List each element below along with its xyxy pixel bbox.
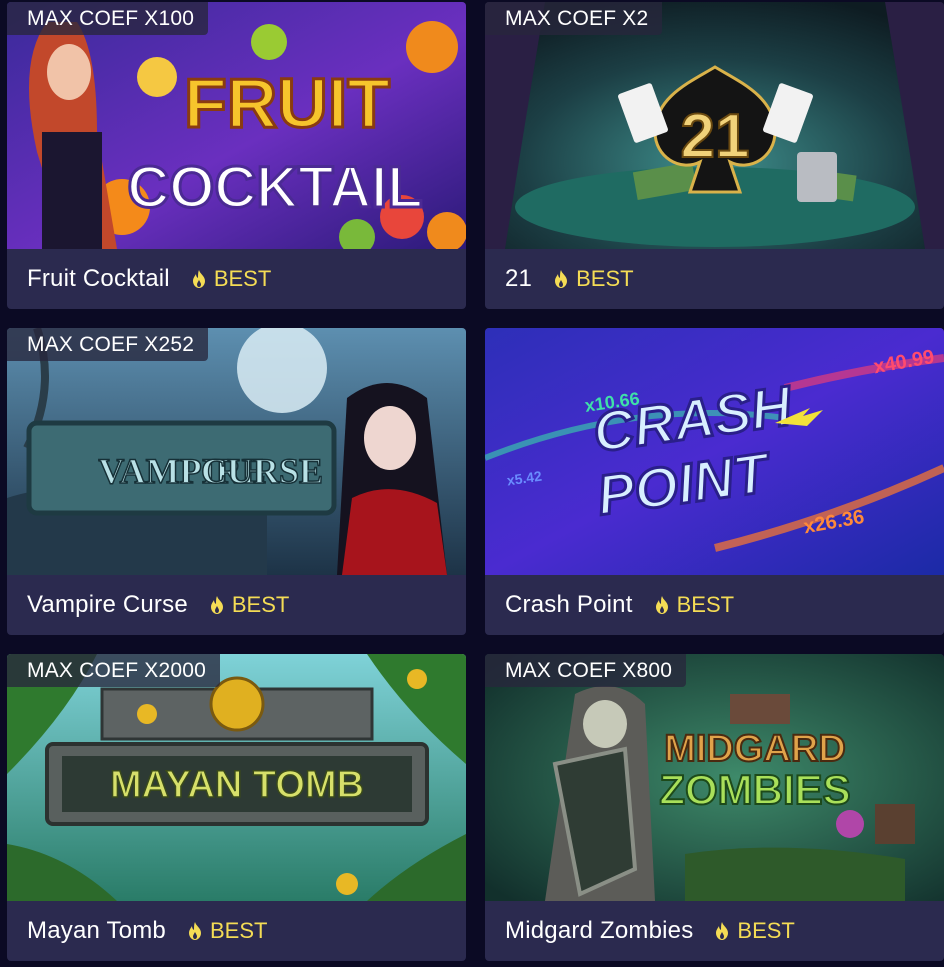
- flame-icon: [188, 922, 201, 940]
- flame-icon: [210, 596, 223, 614]
- game-title: Crash Point: [505, 591, 633, 618]
- game-artwork: CRASH POINT x10.66 x40.99 x5.42 x26.36: [485, 328, 944, 575]
- game-card-footer: Fruit Cocktail BEST: [7, 249, 466, 309]
- game-card-crash-point[interactable]: CRASH POINT x10.66 x40.99 x5.42 x26.36 C…: [485, 328, 944, 635]
- best-label: BEST: [676, 592, 735, 617]
- game-title: Vampire Curse: [27, 591, 188, 618]
- game-card-21[interactable]: 21 MAX COEF X2 21 BEST: [485, 2, 944, 309]
- flame-icon: [655, 596, 668, 614]
- game-artwork: MIDGARD ZOMBIES: [485, 654, 944, 901]
- game-thumbnail[interactable]: MAYAN TOMB MAX COEF X2000: [7, 654, 466, 901]
- game-artwork: 21: [485, 2, 944, 249]
- flame-icon: [192, 270, 205, 288]
- game-card-vampire-curse[interactable]: VAMPIRE CURSE MAX COEF X252 Vampire Curs…: [7, 328, 466, 635]
- artwork-title-line2: ZOMBIES: [659, 766, 850, 813]
- max-coef-badge: MAX COEF X2000: [7, 654, 221, 687]
- game-card-fruit-cocktail[interactable]: FRUIT COCKTAIL MAX COEF X100 Fruit Cockt…: [7, 2, 466, 309]
- game-artwork: MAYAN TOMB: [7, 654, 466, 901]
- game-artwork: FRUIT COCKTAIL: [7, 2, 466, 249]
- game-card-footer: Vampire Curse BEST: [7, 575, 466, 635]
- games-grid: FRUIT COCKTAIL MAX COEF X100 Fruit Cockt…: [0, 0, 944, 967]
- game-card-mayan-tomb[interactable]: MAYAN TOMB MAX COEF X2000 Mayan Tomb BES…: [7, 654, 466, 961]
- best-label: BEST: [209, 918, 268, 943]
- game-thumbnail[interactable]: MIDGARD ZOMBIES MAX COEF X800: [485, 654, 944, 901]
- game-thumbnail[interactable]: CRASH POINT x10.66 x40.99 x5.42 x26.36: [485, 328, 944, 575]
- max-coef-badge: MAX COEF X100: [7, 2, 209, 35]
- max-coef-badge: MAX COEF X800: [485, 654, 687, 687]
- max-coef-badge: MAX COEF X252: [7, 328, 209, 361]
- max-coef-badge: MAX COEF X2: [485, 2, 663, 35]
- game-title: 21: [505, 265, 533, 292]
- game-thumbnail[interactable]: VAMPIRE CURSE MAX COEF X252: [7, 328, 466, 575]
- game-artwork: VAMPIRE CURSE: [7, 328, 466, 575]
- game-title: Midgard Zombies: [505, 917, 694, 944]
- artwork-title-line2: CURSE: [201, 451, 323, 491]
- artwork-title-line1: MIDGARD: [664, 728, 846, 770]
- game-card-midgard-zombies[interactable]: MIDGARD ZOMBIES MAX COEF X800 Midgard Zo…: [485, 654, 944, 961]
- flame-icon: [555, 270, 568, 288]
- flame-icon: [716, 922, 729, 940]
- game-thumbnail[interactable]: 21 MAX COEF X2: [485, 2, 944, 249]
- game-thumbnail[interactable]: FRUIT COCKTAIL MAX COEF X100: [7, 2, 466, 249]
- best-label: BEST: [576, 266, 634, 291]
- game-title: Fruit Cocktail: [27, 265, 170, 292]
- game-title: Mayan Tomb: [27, 917, 166, 944]
- game-card-footer: Crash Point BEST: [485, 575, 944, 635]
- game-card-footer: 21 BEST: [485, 249, 944, 309]
- artwork-title-line1: FRUIT: [184, 64, 390, 142]
- artwork-title: MAYAN TOMB: [110, 764, 364, 806]
- artwork-title-line2: COCKTAIL: [127, 155, 422, 220]
- game-card-footer: Midgard Zombies BEST: [485, 901, 944, 961]
- game-card-footer: Mayan Tomb BEST: [7, 901, 466, 961]
- best-label: BEST: [213, 266, 272, 291]
- best-label: BEST: [737, 918, 795, 943]
- best-label: BEST: [231, 592, 290, 617]
- artwork-title: 21: [681, 102, 750, 171]
